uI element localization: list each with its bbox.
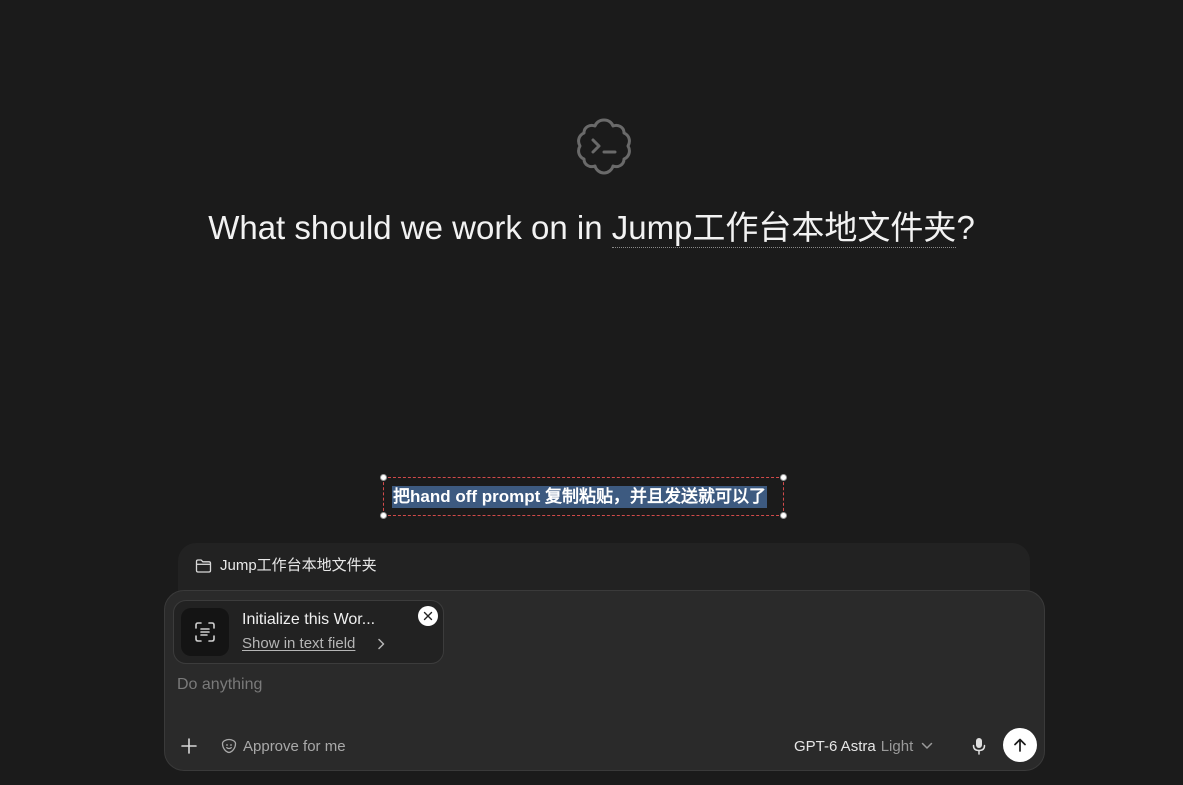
model-name: GPT-6 Astra [794,737,876,755]
add-attachment-button[interactable] [178,735,200,757]
page-title-suffix: ? [956,209,975,246]
attachment-card[interactable]: Initialize this Wor... Show in text fiel… [173,600,444,664]
microphone-button[interactable] [968,735,990,757]
page-title-prefix: What should we work on in [208,209,612,246]
workspace-label: Jump工作台本地文件夹 [220,557,377,574]
composer: Initialize this Wor... Show in text fiel… [164,590,1045,771]
send-button[interactable] [1003,728,1037,762]
model-mode: Light [880,737,914,755]
model-selector[interactable]: GPT-6 Astra Light [794,735,933,757]
prompt-input[interactable] [177,673,1017,697]
selected-text[interactable]: 把hand off prompt 复制粘贴，并且发送就可以了 [392,486,768,508]
remove-attachment-button[interactable] [418,606,438,626]
show-in-text-field-link[interactable]: Show in text field [242,635,355,653]
approve-for-me-toggle[interactable]: Approve for me [221,735,346,757]
resize-handle-top-right[interactable] [780,474,787,481]
close-icon [423,611,433,621]
workspace-link[interactable]: Jump工作台本地文件夹 [611,209,957,248]
page-title: What should we work on in Jump工作台本地文件夹? [0,206,1183,250]
text-selection-box[interactable]: 把hand off prompt 复制粘贴，并且发送就可以了 [380,474,787,519]
folder-icon [195,559,212,573]
shield-smile-icon [221,738,237,754]
chevron-right-icon[interactable] [376,638,386,650]
app-logo-icon [577,118,631,175]
resize-handle-top-left[interactable] [380,474,387,481]
resize-handle-bottom-left[interactable] [380,512,387,519]
page: What should we work on in Jump工作台本地文件夹? … [0,0,1183,785]
chevron-down-icon [921,742,933,749]
resize-handle-bottom-right[interactable] [780,512,787,519]
attachment-title: Initialize this Wor... [242,611,376,628]
approve-label: Approve for me [243,737,346,755]
attachment-thumbnail [181,608,229,656]
scan-text-icon [195,622,215,642]
arrow-up-icon [1014,738,1026,752]
